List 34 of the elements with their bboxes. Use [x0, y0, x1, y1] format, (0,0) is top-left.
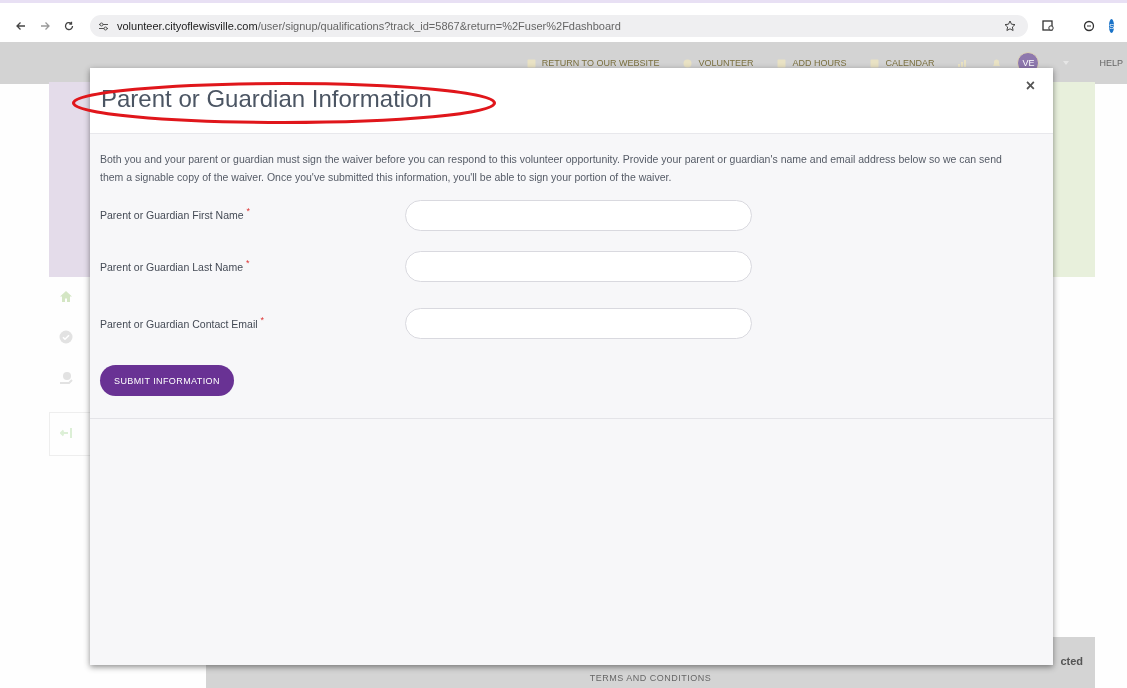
nav-link[interactable]: RETURN TO OUR WEBSITE — [541, 58, 660, 68]
url-text: volunteer.cityoflewisville.com/user/signup/qualifications?track_id=5867&return=%2Fuser%2Fdashboard — [117, 20, 622, 32]
reload-icon[interactable] — [64, 21, 74, 31]
modal-title: Parent or Guardian Information — [101, 85, 432, 113]
help-link[interactable]: HELP — [1099, 58, 1123, 68]
bookmark-star-icon[interactable] — [1004, 20, 1016, 32]
brand-logo-text: cted — [1060, 655, 1083, 667]
extension-icon[interactable] — [1083, 20, 1095, 32]
address-bar[interactable]: volunteer.cityoflewisville.com/user/signup/qualifications?track_id=5867&return=%2Fuser%2Fdashboard — [90, 15, 1028, 37]
profile-avatar[interactable]: S — [1109, 19, 1115, 33]
site-settings-icon[interactable] — [98, 21, 109, 31]
input-field[interactable] — [405, 308, 752, 339]
required-mark: * — [246, 206, 251, 216]
field-label: Parent or Guardian First Name — [100, 209, 244, 221]
required-mark: * — [260, 314, 265, 325]
nav-link[interactable]: VOLUNTEER — [698, 58, 754, 68]
nav-link[interactable]: ADD HOURS — [792, 58, 847, 68]
field-label: Parent or Guardian Last Name — [100, 260, 243, 273]
nav-link[interactable]: CALENDAR — [885, 58, 935, 68]
submit-button[interactable]: SUBMIT INFORMATION — [100, 365, 234, 396]
check-circle-icon[interactable] — [59, 330, 73, 344]
reader-mode-icon[interactable] — [1042, 20, 1055, 32]
chart-icon[interactable] — [958, 58, 969, 68]
input-field[interactable] — [405, 251, 752, 282]
close-button[interactable]: × — [1021, 75, 1039, 97]
intro-paragraph: Both you and your parent or guardian must sign the waiver before you can respond to this volunteer opportunity. Provide your parent or guardian's name and email address below so we can send them a signable copy of the waiver. Once you've submitted this information, you'll be able to sign your portion of the waiver. — [100, 152, 1003, 185]
forward-icon[interactable] — [40, 21, 50, 31]
back-icon[interactable] — [16, 21, 26, 31]
required-mark: * — [246, 257, 250, 268]
input-field[interactable] — [405, 199, 752, 231]
field-label: Parent or Guardian Contact Email — [100, 317, 258, 330]
logout-icon[interactable] — [60, 427, 74, 439]
terms-link[interactable]: TERMS AND CONDITIONS — [589, 673, 712, 683]
home-icon[interactable] — [59, 290, 73, 303]
